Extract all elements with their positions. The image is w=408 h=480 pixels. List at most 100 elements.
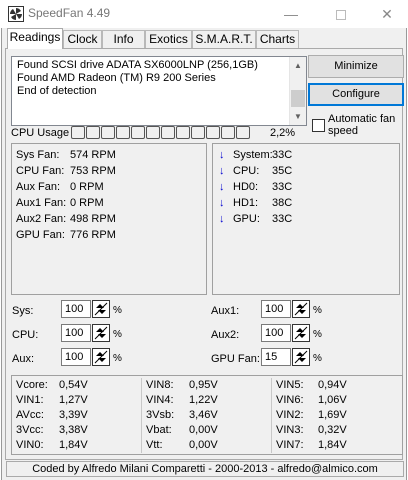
- temperatures-box: ↓ System: 33C ↓ CPU: 35C ↓ HD0: 33C ↓ HD…: [212, 143, 400, 295]
- cpu-meter-cell: [236, 126, 250, 139]
- temp-label: HD0:: [233, 181, 259, 193]
- voltage-label: 3Vcc:: [16, 424, 44, 436]
- cpu-speed-spinner[interactable]: [92, 324, 110, 342]
- scroll-up-icon[interactable]: ▲: [290, 57, 306, 74]
- voltages-box: Vcore: 0,54V VIN1: 1,27V AVcc: 3,39V 3Vc…: [11, 375, 403, 455]
- voltage-value: 1,84V: [59, 439, 88, 451]
- fan-reading: Sys Fan: 574 RPM: [16, 149, 116, 161]
- speed-unit: %: [113, 305, 122, 316]
- gpu-fan-speed-spinner[interactable]: [292, 348, 310, 366]
- voltage-label: VIN8:: [146, 379, 174, 391]
- voltage-value: 3,39V: [59, 409, 88, 421]
- speed-label-cpu: CPU:: [12, 329, 39, 341]
- speed-unit: %: [313, 353, 322, 364]
- aux1-speed-input[interactable]: 100: [261, 300, 291, 318]
- voltage-label: VIN7:: [276, 439, 304, 451]
- cpu-meter-cell: [71, 126, 85, 139]
- minimize-button[interactable]: Minimize: [308, 55, 404, 78]
- sys-speed-spinner[interactable]: [92, 300, 110, 318]
- minimize-window-button[interactable]: —: [276, 4, 306, 24]
- voltage-value: 0,32V: [318, 424, 347, 436]
- temp-label: HD1:: [233, 197, 259, 209]
- aux2-speed-input[interactable]: 100: [261, 324, 291, 342]
- speed-label-aux1: Aux1:: [211, 305, 240, 317]
- voltage-label: VIN2:: [276, 409, 304, 421]
- fan-reading: Aux Fan: 0 RPM: [16, 181, 104, 193]
- temp-value: 35C: [272, 165, 293, 177]
- auto-fan-speed-label: Automatic fan speed: [328, 113, 396, 137]
- voltage-label: VIN3:: [276, 424, 304, 436]
- aux-speed-spinner[interactable]: [92, 348, 110, 366]
- temp-value: 33C: [272, 213, 293, 225]
- maximize-window-button[interactable]: [326, 4, 356, 24]
- aux1-speed-spinner[interactable]: [292, 300, 310, 318]
- fan-value: 498 RPM: [70, 213, 116, 225]
- scroll-thumb[interactable]: [291, 90, 305, 107]
- voltage-label: Vbat:: [146, 424, 172, 436]
- voltage-label: Vtt:: [146, 439, 163, 451]
- cpu-meter-cell: [221, 126, 235, 139]
- fan-label: Aux Fan:: [16, 181, 61, 193]
- tab-readings[interactable]: Readings: [7, 28, 63, 49]
- fan-reading: Aux2 Fan: 498 RPM: [16, 213, 116, 225]
- tab-smart[interactable]: S.M.A.R.T.: [192, 30, 256, 48]
- cpu-usage-percent: 2,2%: [270, 127, 296, 139]
- cpu-speed-input[interactable]: 100: [61, 324, 91, 342]
- tab-charts[interactable]: Charts: [256, 30, 299, 48]
- aux2-speed-spinner[interactable]: [292, 324, 310, 342]
- close-window-button[interactable]: ✕: [372, 4, 402, 24]
- voltage-value: 1,06V: [318, 394, 347, 406]
- speed-unit: %: [313, 305, 322, 316]
- voltage-label: VIN4:: [146, 394, 174, 406]
- speed-label-aux: Aux:: [12, 353, 35, 365]
- log-scrollbar[interactable]: ▲ ▼: [289, 57, 306, 125]
- detection-log[interactable]: Found SCSI drive ADATA SX6000LNP (256,1G…: [11, 56, 307, 126]
- fan-value: 574 RPM: [70, 149, 116, 161]
- voltage-label: VIN6:: [276, 394, 304, 406]
- voltage-label: VIN0:: [16, 439, 44, 451]
- voltage-value: 1,69V: [318, 409, 347, 421]
- temp-label: GPU:: [233, 213, 260, 225]
- cpu-meter-cell: [206, 126, 220, 139]
- speed-label-aux2: Aux2:: [211, 329, 240, 341]
- log-line: End of detection: [17, 85, 97, 97]
- voltage-label: VIN5:: [276, 379, 304, 391]
- arrow-down-icon: ↓: [219, 149, 225, 161]
- speed-label-sys: Sys:: [12, 305, 34, 317]
- speed-unit: %: [313, 329, 322, 340]
- credits-footer: Coded by Alfredo Milani Comparetti - 200…: [6, 461, 404, 477]
- scroll-down-icon[interactable]: ▼: [290, 108, 306, 125]
- tab-exotics[interactable]: Exotics: [145, 30, 192, 48]
- fan-value: 0 RPM: [70, 197, 104, 209]
- main-window: Readings Clock Info Exotics S.M.A.R.T. C…: [1, 28, 407, 480]
- cpu-meter-cell: [131, 126, 145, 139]
- maximize-icon: [336, 10, 346, 21]
- title-bar: SpeedFan 4.49 — ✕: [0, 0, 408, 28]
- fans-box: Sys Fan: 574 RPM CPU Fan: 753 RPM Aux Fan:…: [11, 143, 207, 295]
- temp-label: System:: [233, 149, 273, 161]
- speedfan-icon: [8, 6, 24, 22]
- voltage-value: 0,94V: [318, 379, 347, 391]
- readings-panel: Found SCSI drive ADATA SX6000LNP (256,1G…: [5, 48, 404, 460]
- log-line: Found AMD Radeon (TM) R9 200 Series: [17, 72, 216, 84]
- fan-value: 753 RPM: [70, 165, 116, 177]
- log-line: Found SCSI drive ADATA SX6000LNP (256,1G…: [17, 59, 258, 71]
- sys-speed-input[interactable]: 100: [61, 300, 91, 318]
- arrow-down-icon: ↓: [219, 213, 225, 225]
- speed-label-gpu-fan: GPU Fan:: [211, 353, 260, 365]
- cpu-meter-cell: [101, 126, 115, 139]
- voltage-label: AVcc:: [16, 409, 44, 421]
- fan-label: Sys Fan:: [16, 149, 60, 161]
- aux-speed-input[interactable]: 100: [61, 348, 91, 366]
- fan-reading: Aux1 Fan: 0 RPM: [16, 197, 104, 209]
- tab-info[interactable]: Info: [102, 30, 145, 48]
- gpu-fan-speed-input[interactable]: 15: [261, 348, 291, 366]
- auto-fan-speed-checkbox[interactable]: [312, 119, 325, 132]
- temp-label: CPU:: [233, 165, 260, 177]
- temp-value: 38C: [272, 197, 293, 209]
- voltage-value: 3,38V: [59, 424, 88, 436]
- fan-reading: CPU Fan: 753 RPM: [16, 165, 116, 177]
- configure-button[interactable]: Configure: [308, 83, 404, 106]
- tab-clock[interactable]: Clock: [63, 30, 102, 48]
- voltage-value: 0,00V: [189, 439, 218, 451]
